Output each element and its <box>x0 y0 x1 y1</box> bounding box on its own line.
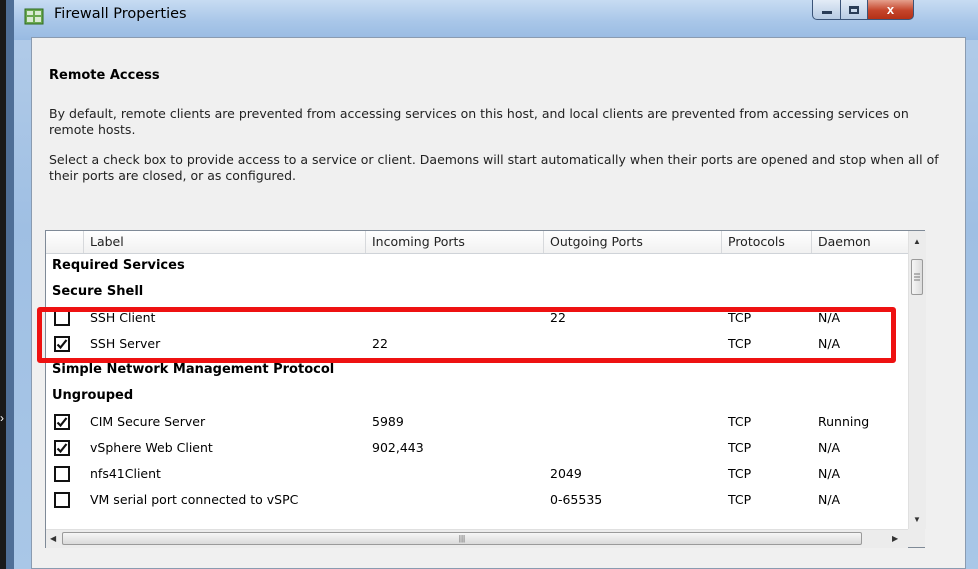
table-row[interactable]: CIM Secure Server 5989 TCP Running <box>46 409 908 435</box>
row-daemon: N/A <box>818 466 841 481</box>
column-header-daemon[interactable]: Daemon <box>812 231 908 253</box>
row-daemon: Running <box>818 414 870 429</box>
highlight-box <box>37 307 896 363</box>
scroll-right-arrow-icon[interactable]: ▶ <box>892 534 898 543</box>
row-daemon: N/A <box>818 440 841 455</box>
table-header: Label Incoming Ports Outgoing Ports Prot… <box>46 231 908 254</box>
vertical-scroll-thumb[interactable] <box>911 259 923 295</box>
description-paragraph-1: By default, remote clients are prevented… <box>49 106 909 137</box>
row-protocol: TCP <box>728 440 752 455</box>
group-row-ungrouped[interactable]: Ungrouped <box>46 383 908 409</box>
row-label: vSphere Web Client <box>90 440 213 455</box>
firewall-app-icon <box>24 8 44 25</box>
close-icon: x <box>886 2 895 17</box>
scroll-left-arrow-icon[interactable]: ◀ <box>50 534 56 543</box>
row-protocol: TCP <box>728 492 752 507</box>
minimize-button[interactable] <box>812 0 841 20</box>
table-row[interactable]: VM serial port connected to vSPC 0-65535… <box>46 487 908 513</box>
row-incoming: 902,443 <box>372 440 424 455</box>
row-daemon: N/A <box>818 492 841 507</box>
row-label: nfs41Client <box>90 466 161 481</box>
grip-icon <box>914 273 920 281</box>
row-label: CIM Secure Server <box>90 414 206 429</box>
row-protocol: TCP <box>728 466 752 481</box>
maximize-button[interactable] <box>841 0 868 20</box>
grip-icon: ||| <box>458 534 466 543</box>
row-outgoing: 2049 <box>550 466 582 481</box>
description-paragraph-2: Select a check box to provide access to … <box>49 152 939 183</box>
column-header-checkbox[interactable] <box>46 231 84 253</box>
scrollbar-corner <box>908 529 925 547</box>
group-row-required-services[interactable]: Required Services <box>46 253 908 279</box>
row-label: VM serial port connected to vSPC <box>90 492 299 507</box>
firewall-properties-window: Firewall Properties x Remote Access By d… <box>14 0 978 569</box>
minimize-icon <box>821 11 832 14</box>
group-label: Secure Shell <box>52 284 144 299</box>
row-outgoing: 0-65535 <box>550 492 603 507</box>
scroll-up-arrow-icon[interactable]: ▲ <box>913 237 921 246</box>
horizontal-scroll-thumb[interactable]: ||| <box>62 532 862 545</box>
close-button[interactable]: x <box>868 0 914 20</box>
checkbox-icon[interactable] <box>54 440 70 456</box>
title-bar[interactable]: Firewall Properties x <box>14 0 978 40</box>
horizontal-scrollbar[interactable]: ◀ ||| ▶ <box>46 529 908 548</box>
column-header-label[interactable]: Label <box>84 231 366 253</box>
column-header-incoming-ports[interactable]: Incoming Ports <box>366 231 544 253</box>
checkbox-icon[interactable] <box>54 492 70 508</box>
group-row-secure-shell[interactable]: Secure Shell <box>46 279 908 305</box>
chevron-right-icon: › <box>0 411 4 425</box>
row-protocol: TCP <box>728 414 752 429</box>
background-window-edge: › <box>0 0 14 569</box>
maximize-icon <box>849 5 859 14</box>
services-table: Label Incoming Ports Outgoing Ports Prot… <box>45 230 926 548</box>
table-row[interactable]: vSphere Web Client 902,443 TCP N/A <box>46 435 908 461</box>
scroll-down-arrow-icon[interactable]: ▼ <box>913 515 921 524</box>
window-controls: x <box>812 0 914 22</box>
vertical-scrollbar[interactable]: ▲ ▼ <box>908 231 926 529</box>
group-label: Required Services <box>52 258 185 273</box>
table-row[interactable]: nfs41Client 2049 TCP N/A <box>46 461 908 487</box>
row-incoming: 5989 <box>372 414 404 429</box>
checkbox-icon[interactable] <box>54 466 70 482</box>
column-header-protocols[interactable]: Protocols <box>722 231 812 253</box>
section-title: Remote Access <box>49 68 160 83</box>
checkbox-icon[interactable] <box>54 414 70 430</box>
group-label: Ungrouped <box>52 388 134 403</box>
dialog-body: Remote Access By default, remote clients… <box>31 37 966 569</box>
window-title: Firewall Properties <box>54 6 187 22</box>
column-header-outgoing-ports[interactable]: Outgoing Ports <box>544 231 722 253</box>
